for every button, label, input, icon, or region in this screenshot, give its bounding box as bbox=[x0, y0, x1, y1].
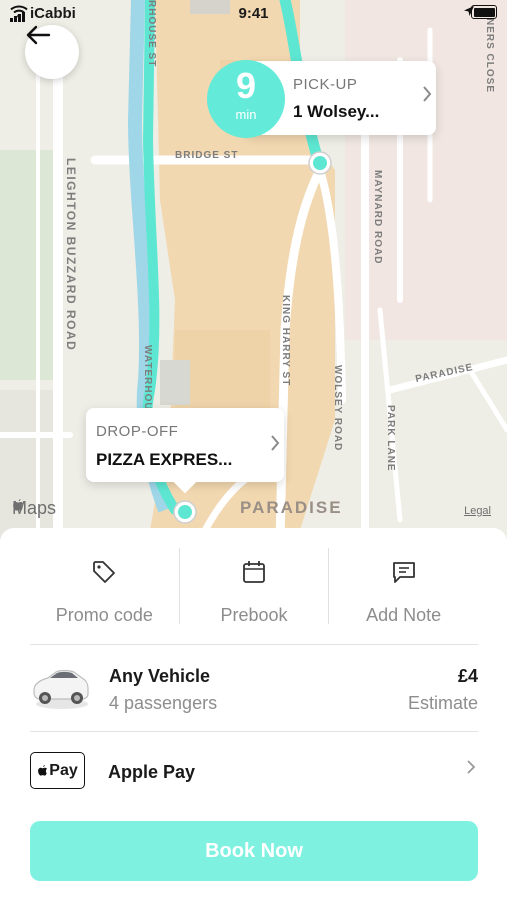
chevron-right-icon bbox=[466, 758, 476, 781]
status-bar: iCabbi 9:41 bbox=[0, 0, 507, 28]
pickup-eta-value: 9 bbox=[235, 65, 257, 106]
fare-estimate-label: Estimate bbox=[407, 693, 478, 713]
road-label-waterhouse-bottom: WATERHOU bbox=[142, 345, 153, 411]
prebook-button[interactable]: Prebook bbox=[178, 548, 329, 625]
divider bbox=[30, 644, 478, 645]
dropoff-address: PIZZA EXPRES... bbox=[96, 450, 233, 469]
pickup-eta-badge: 9 min bbox=[207, 60, 285, 138]
vehicle-passengers: 4 passengers bbox=[109, 693, 218, 713]
payment-method-selector[interactable]: Pay Apple Pay bbox=[30, 750, 478, 792]
dropoff-callout[interactable]: DROP-OFF PIZZA EXPRES... bbox=[86, 408, 284, 494]
action-row: Promo code Prebook Add Note bbox=[30, 548, 478, 625]
apple-maps-attribution: Maps bbox=[12, 498, 56, 519]
tag-icon bbox=[30, 558, 179, 591]
apple-pay-badge: Pay bbox=[30, 752, 85, 789]
apple-pay-badge-text: Pay bbox=[49, 761, 78, 779]
road-label-leighton-buzzard: LEIGHTON BUZZARD ROAD bbox=[64, 158, 78, 352]
legal-link[interactable]: Legal bbox=[464, 505, 491, 517]
area-label-paradise: PARADISE bbox=[240, 498, 343, 517]
book-now-button[interactable]: Book Now bbox=[30, 821, 478, 881]
add-note-button[interactable]: Add Note bbox=[328, 548, 478, 625]
booking-sheet: Promo code Prebook Add Note Any Vehicle … bbox=[0, 528, 507, 900]
divider bbox=[30, 731, 478, 732]
add-note-label: Add Note bbox=[366, 605, 442, 625]
battery-icon bbox=[471, 5, 497, 19]
message-note-icon bbox=[329, 558, 478, 591]
fare-price: £4 bbox=[457, 666, 478, 686]
pickup-address: 1 Wolsey... bbox=[293, 102, 380, 121]
payment-method-name: Apple Pay bbox=[108, 762, 196, 782]
pickup-caption: PICK-UP bbox=[293, 76, 358, 93]
vehicle-selector[interactable]: Any Vehicle 4 passengers £4 Estimate bbox=[30, 658, 478, 718]
road-label-park-lane: PARK LANE bbox=[385, 405, 396, 472]
dropoff-caption: DROP-OFF bbox=[96, 423, 179, 440]
calendar-icon bbox=[180, 558, 329, 591]
promo-code-button[interactable]: Promo code bbox=[30, 548, 179, 625]
map-view[interactable]: RHOUSE ST BRIDGE ST LEIGHTON BUZZARD ROA… bbox=[0, 0, 507, 540]
vehicle-name: Any Vehicle bbox=[109, 666, 211, 686]
road-label-wolsey: WOLSEY ROAD bbox=[332, 365, 343, 452]
status-time: 9:41 bbox=[238, 5, 269, 22]
road-label-maynard: MAYNARD ROAD bbox=[372, 170, 383, 265]
pickup-eta-unit: min bbox=[235, 107, 257, 122]
road-label-bridge-st: BRIDGE ST bbox=[175, 150, 239, 161]
road-label-close: NERS CLOSE bbox=[484, 18, 495, 94]
prebook-label: Prebook bbox=[220, 605, 288, 625]
road-label-king-harry: KING HARRY ST bbox=[280, 295, 291, 387]
back-button[interactable] bbox=[25, 25, 79, 79]
car-icon bbox=[30, 662, 90, 717]
promo-code-label: Promo code bbox=[55, 605, 153, 625]
